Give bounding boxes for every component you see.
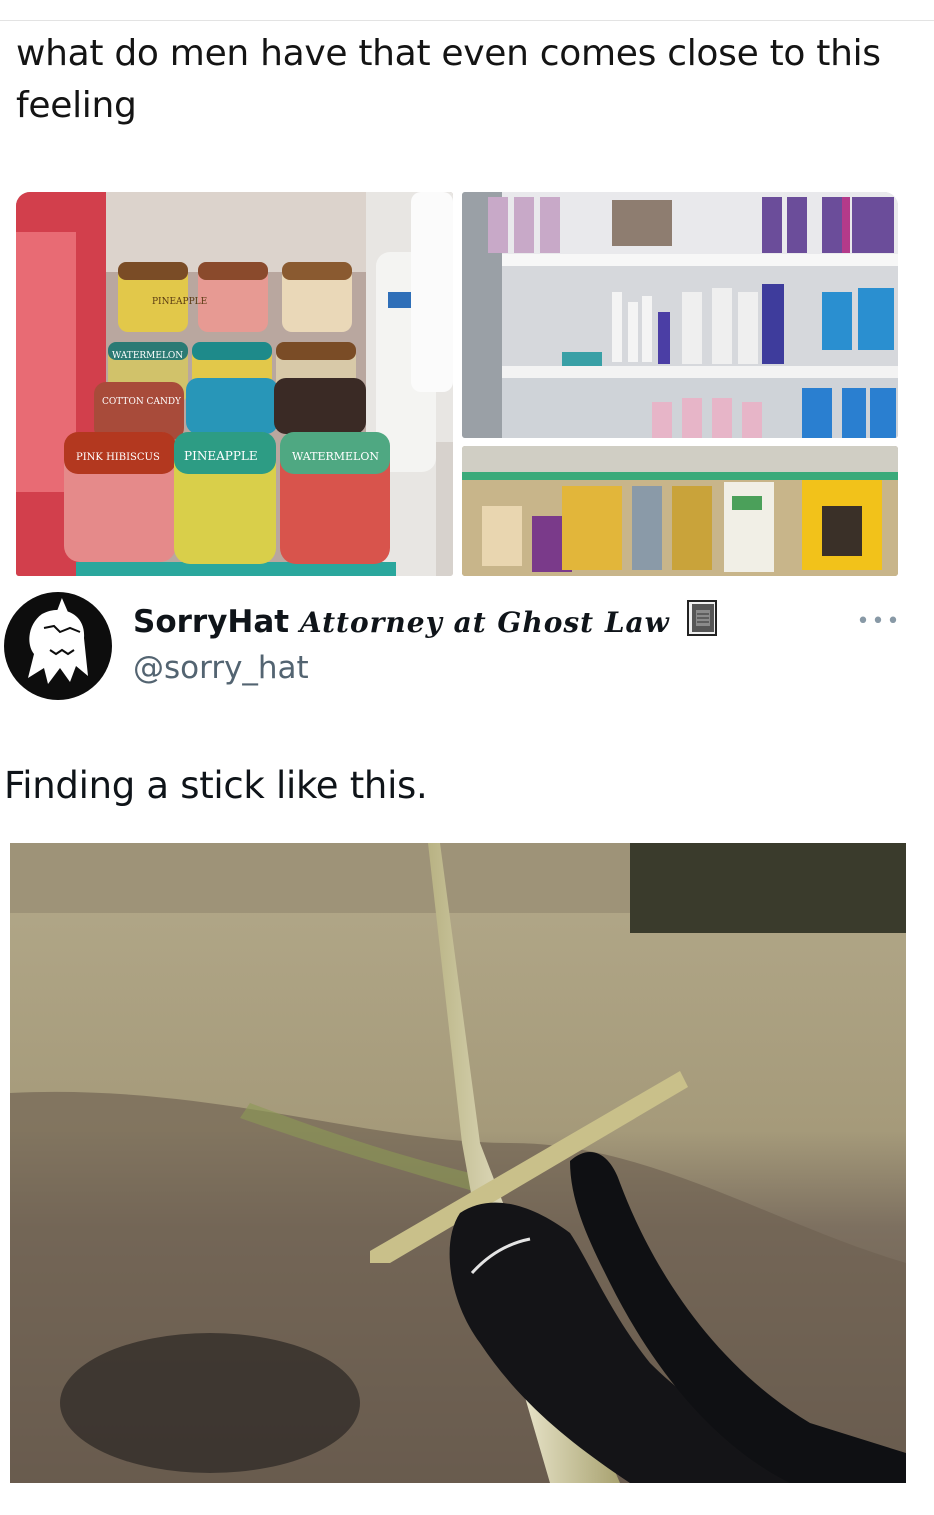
display-name-text: SorryHat [133,604,290,640]
tweet-text: Finding a stick like this. [4,764,428,807]
stick-sword-photo[interactable] [10,843,906,1483]
display-name-suffix: Attorney at Ghost Law [299,606,670,639]
jar-label: PINK HIBISCUS [76,452,160,463]
display-name[interactable]: SorryHat Attorney at Ghost Law [133,600,717,640]
book-icon [686,600,717,636]
photo-grid[interactable]: PINEAPPLE WATERMELON PINK HIBISCUS COTTO… [16,192,898,576]
jar-label: WATERMELON [292,450,379,463]
avatar[interactable] [4,592,112,700]
post-caption: what do men have that even comes close t… [16,33,881,126]
jar-label: COTTON CANDY [102,397,182,407]
tweet-header[interactable]: SorryHat Attorney at Ghost Law @sorry_ha… [0,588,934,708]
scrub-jars-photo[interactable]: PINEAPPLE WATERMELON PINK HIBISCUS COTTO… [16,192,453,576]
cosmetics-shelf-photo[interactable] [462,192,898,438]
more-icon[interactable]: ••• [856,611,902,633]
user-handle[interactable]: @sorry_hat [133,650,309,686]
ghost-icon [4,592,112,700]
jar-label: PINEAPPLE [152,297,207,307]
gift-boxes-photo[interactable] [462,446,898,576]
jar-label: PINEAPPLE [184,449,258,463]
top-divider [0,20,934,21]
jar-label: WATERMELON [112,351,183,361]
